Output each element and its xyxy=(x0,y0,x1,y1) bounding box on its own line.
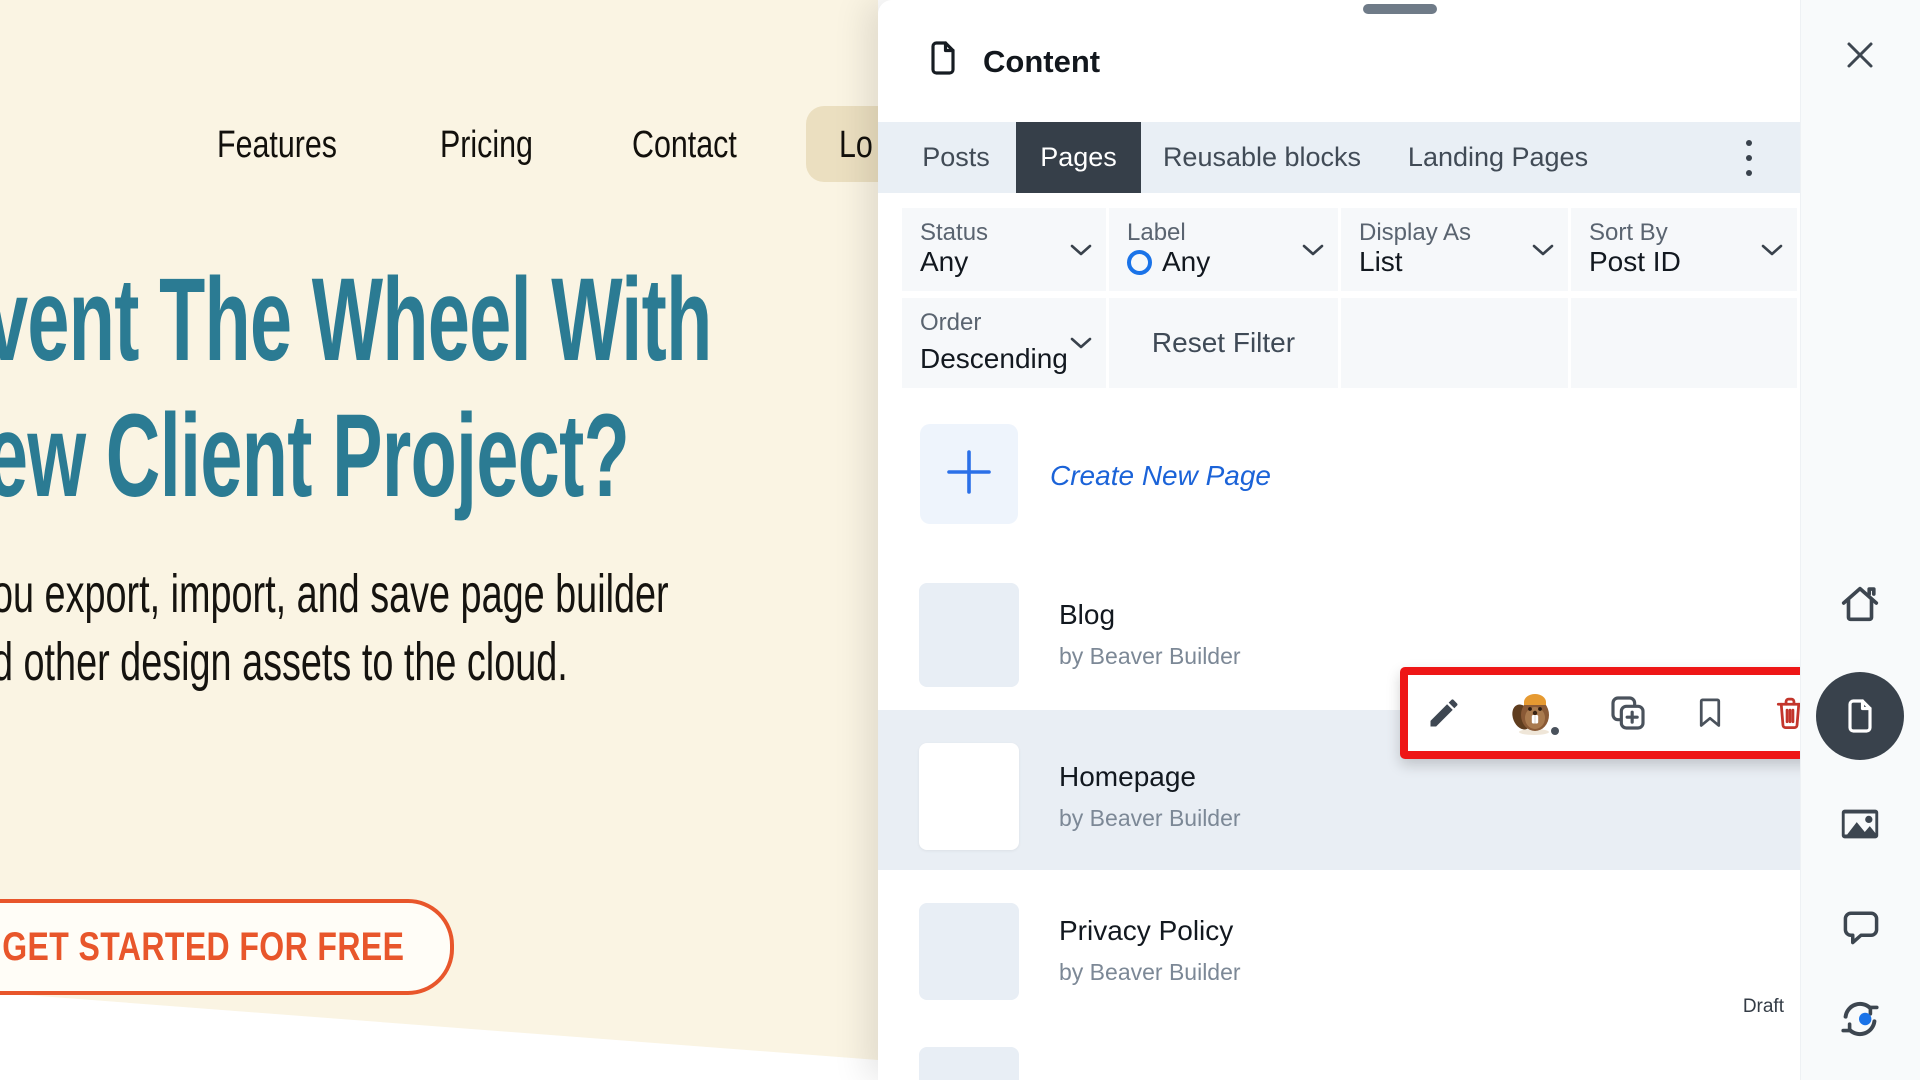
panel-drag-handle[interactable] xyxy=(1363,4,1437,14)
tab-reusable-blocks[interactable]: Reusable blocks xyxy=(1154,122,1370,193)
create-new-page-button[interactable] xyxy=(920,424,1018,524)
builder-side-toolbar xyxy=(1800,0,1920,1080)
screen: Features Pricing Contact Lo vent The Whe… xyxy=(0,0,1920,1080)
page-thumbnail xyxy=(919,583,1019,687)
duplicate-icon[interactable] xyxy=(1608,693,1648,733)
hero-heading: vent The Wheel With ew Client Project? xyxy=(0,252,712,524)
website-background: Features Pricing Contact Lo vent The Whe… xyxy=(0,0,916,1080)
tab-pages[interactable]: Pages xyxy=(1016,122,1141,193)
filter-order[interactable]: Order Descending xyxy=(902,298,1106,388)
filter-sort-by[interactable]: Sort By Post ID xyxy=(1571,208,1797,291)
chevron-down-icon xyxy=(1302,243,1324,262)
bookmark-icon[interactable] xyxy=(1695,696,1725,730)
beaver-builder-icon[interactable] xyxy=(1509,689,1561,737)
page-thumbnail-partial xyxy=(919,1047,1019,1080)
tab-landing-pages[interactable]: Landing Pages xyxy=(1400,122,1596,193)
comments-icon[interactable] xyxy=(1839,905,1883,949)
page-list-item-privacy-policy[interactable]: Privacy Policy by Beaver Builder Draft xyxy=(878,880,1800,1020)
filter-empty-cell xyxy=(1571,298,1797,388)
chevron-down-icon xyxy=(1532,243,1554,262)
content-panel: Content Posts Pages Reusable blocks Land… xyxy=(878,0,1834,1080)
chevron-down-icon xyxy=(1070,336,1092,355)
content-document-icon-active[interactable] xyxy=(1816,672,1904,760)
filter-sort-by-label: Sort By xyxy=(1589,219,1668,246)
nav-login-label: Lo xyxy=(839,124,873,166)
filter-sort-by-value: Post ID xyxy=(1589,246,1681,277)
filter-display-as[interactable]: Display As List xyxy=(1341,208,1568,291)
get-started-label: GET STARTED FOR FREE xyxy=(1,924,405,969)
document-icon xyxy=(923,38,963,83)
media-image-icon[interactable] xyxy=(1837,801,1883,847)
reset-filter-button[interactable]: Reset Filter xyxy=(1109,298,1338,388)
filter-display-as-label: Display As xyxy=(1359,219,1472,246)
chevron-down-icon xyxy=(1761,243,1783,262)
reset-filter-label: Reset Filter xyxy=(1151,327,1296,358)
hero-heading-line2: ew Client Project? xyxy=(0,390,630,522)
filter-order-label: Order xyxy=(920,309,982,336)
hero-paragraph: ou export, import, and save page builder… xyxy=(0,560,669,696)
page-title: Homepage xyxy=(1059,761,1196,792)
row-actions-toolbar-red-annotation xyxy=(1400,667,1834,759)
tab-bar: Posts Pages Reusable blocks Landing Page… xyxy=(878,122,1800,193)
page-title: Privacy Policy xyxy=(1059,915,1234,946)
hero-heading-line1: vent The Wheel With xyxy=(0,254,712,386)
filter-empty-cell xyxy=(1341,298,1568,388)
filter-order-value: Descending xyxy=(920,343,1068,374)
hero-paragraph-line2: d other design assets to the cloud. xyxy=(0,632,568,692)
create-new-page-link[interactable]: Create New Page xyxy=(1050,460,1271,492)
page-author: by Beaver Builder xyxy=(1059,959,1241,985)
sync-icon[interactable] xyxy=(1836,995,1884,1043)
nav-item-contact[interactable]: Contact xyxy=(632,124,737,167)
filter-status-value: Any xyxy=(920,246,969,277)
home-icon[interactable] xyxy=(1837,581,1883,627)
section-diagonal-divider xyxy=(0,993,878,1080)
filter-status-label: Status xyxy=(920,219,989,246)
nav-item-features[interactable]: Features xyxy=(217,124,337,167)
page-author: by Beaver Builder xyxy=(1059,643,1241,669)
chevron-down-icon xyxy=(1070,243,1092,262)
label-color-ring-icon xyxy=(1127,249,1152,275)
filter-label[interactable]: Label Any xyxy=(1109,208,1338,291)
status-badge-draft: Draft xyxy=(1742,996,1784,1017)
more-options-kebab-icon[interactable] xyxy=(1730,137,1768,179)
close-icon[interactable] xyxy=(1845,40,1875,70)
plus-icon xyxy=(942,445,996,504)
panel-title: Content xyxy=(983,44,1101,79)
filter-label-label: Label xyxy=(1127,219,1186,246)
page-title: Blog xyxy=(1059,599,1116,630)
filter-label-value: Any xyxy=(1162,246,1211,277)
page-author: by Beaver Builder xyxy=(1059,805,1241,831)
nav-item-pricing[interactable]: Pricing xyxy=(440,124,533,167)
hero-paragraph-line1: ou export, import, and save page builder xyxy=(0,564,669,624)
page-thumbnail xyxy=(919,743,1019,850)
page-thumbnail xyxy=(919,903,1019,1000)
tab-posts[interactable]: Posts xyxy=(908,122,1004,193)
get-started-button[interactable]: GET STARTED FOR FREE xyxy=(0,899,454,995)
filter-status[interactable]: Status Any xyxy=(902,208,1106,291)
filter-display-as-value: List xyxy=(1359,246,1403,277)
edit-pencil-icon[interactable] xyxy=(1426,695,1462,731)
